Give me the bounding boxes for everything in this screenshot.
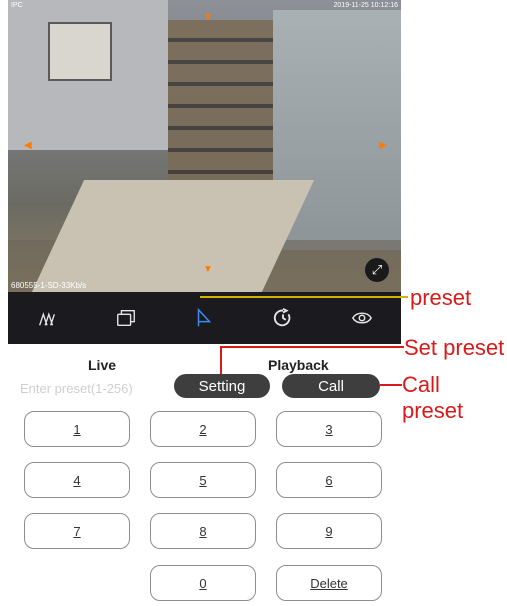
keypad-key-8[interactable]: 8 (150, 513, 256, 549)
preset-annotation-line (200, 296, 408, 298)
keypad-key-5[interactable]: 5 (150, 462, 256, 498)
call-preset-line (380, 384, 402, 386)
video-timestamp: 2019-11-25 10:12:16 (333, 2, 398, 9)
setting-button[interactable]: Setting (174, 374, 270, 398)
set-preset-line-h (220, 346, 404, 348)
video-channel-label: IPC (11, 2, 23, 9)
camera-video-view[interactable]: ▼ ◀ ▶ ▼ IPC 2019-11-25 10:12:16 680555-1… (8, 0, 401, 292)
keypad-key-4[interactable]: 4 (24, 462, 130, 498)
stream-info: 680555-1-SD-33Kb/s (11, 281, 87, 290)
keypad-key-0[interactable]: 0 (150, 565, 256, 601)
fullscreen-icon[interactable]: ⤢ (365, 258, 389, 282)
preset-icon[interactable] (184, 298, 224, 338)
keypad-key-6[interactable]: 6 (276, 462, 382, 498)
ptz-icon[interactable] (27, 298, 67, 338)
call-button[interactable]: Call (282, 374, 380, 398)
preset-number-input[interactable] (20, 378, 180, 398)
video-poster (48, 22, 112, 81)
keypad-key-1[interactable]: 1 (24, 411, 130, 447)
keypad-key-9[interactable]: 9 (276, 513, 382, 549)
tab-live[interactable]: Live (88, 357, 116, 373)
keypad-delete-button[interactable]: Delete (276, 565, 382, 601)
ptz-arrow-right-icon[interactable]: ▶ (379, 140, 387, 151)
multi-window-icon[interactable] (106, 298, 146, 338)
call-preset-annotation: Call preset (402, 372, 464, 423)
keypad-key-3[interactable]: 3 (276, 411, 382, 447)
view-icon[interactable] (342, 298, 382, 338)
cruise-icon[interactable] (263, 298, 303, 338)
ptz-arrow-down-icon[interactable]: ▼ (203, 264, 213, 275)
keypad-key-7[interactable]: 7 (24, 513, 130, 549)
ptz-arrow-left-icon[interactable]: ◀ (24, 140, 32, 151)
keypad-key-2[interactable]: 2 (150, 411, 256, 447)
tab-playback[interactable]: Playback (268, 357, 329, 373)
control-toolbar (8, 292, 401, 344)
set-preset-annotation: Set preset (404, 335, 505, 360)
ptz-arrow-up-icon[interactable]: ▼ (203, 12, 213, 23)
preset-annotation: preset (410, 285, 472, 310)
